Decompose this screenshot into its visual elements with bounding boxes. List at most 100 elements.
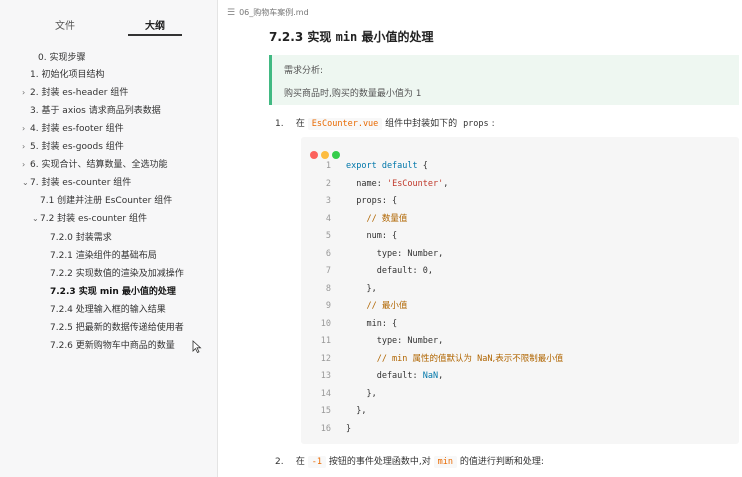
inline-code: min (433, 456, 457, 468)
line-number: 15 (320, 406, 331, 416)
code-comment: 数量值 (381, 213, 408, 224)
outline-item-active[interactable]: 7.2.3 实现 min 最小值的处理 (42, 284, 176, 300)
sidebar-tabs: 文件 大纲 (0, 0, 218, 42)
line-number: 5 (325, 231, 331, 241)
code-line: 12 // min 属性的值默认为 NaN,表示不限制最小值 (301, 351, 739, 369)
quote-value: 1 (415, 89, 422, 99)
chevron-right-icon[interactable]: › (22, 85, 30, 101)
outline-item-label: 6. 实现合计、结算数量、全选功能 (30, 160, 168, 170)
line-number: 16 (320, 423, 331, 434)
code-block[interactable]: 1 export default { 2 name: 'EsCounter', 3… (301, 137, 739, 444)
line-number: 4 (325, 213, 331, 224)
heading-number: 7.2.3 (269, 30, 304, 44)
step-2: 2. 在 -1 按钮的事件处理函数中,对 min 的值进行判断和处理: (275, 454, 544, 468)
code-line: 11 type: Number, (301, 333, 739, 351)
outline-item[interactable]: › 4. 封装 es-footer 组件 (22, 121, 124, 137)
outline-item[interactable]: ⌄7.2 封装 es-counter 组件 (32, 211, 147, 227)
step-text: 按钮的事件处理函数中,对 (328, 457, 431, 467)
outline-item-label: 7.1 创建并注册 EsCounter 组件 (40, 196, 173, 206)
heading-code: min (335, 30, 358, 44)
requirement-blockquote: 需求分析: 购买商品时,购买的数量最小值为 1 (269, 55, 739, 105)
line-number: 3 (325, 196, 331, 206)
code-text: type: Number, (346, 336, 444, 346)
code-comment: 最小值 (381, 301, 408, 311)
outline-item-label: 4. 封装 es-footer 组件 (30, 124, 124, 134)
code-line: 16} (301, 421, 739, 439)
outline-item[interactable]: 1. 初始化项目结构 (22, 67, 104, 83)
outline-item-label: 7.2.6 更新购物车中商品的数量 (50, 341, 175, 351)
code-comment: // (346, 213, 382, 224)
chevron-down-icon[interactable]: ⌄ (22, 175, 30, 191)
outline-item-label: 0. 实现步骤 (38, 53, 86, 63)
code-line: 4 // 数量值 (301, 211, 739, 229)
outline-item[interactable]: ⌄7. 封装 es-counter 组件 (22, 175, 131, 191)
chevron-right-icon[interactable]: › (22, 121, 30, 137)
code-line: 5 num: { (301, 228, 739, 246)
step-number: 1. (275, 119, 284, 129)
code-string: 'EsCounter' (386, 178, 444, 189)
code-line: 3 props: { (301, 193, 739, 211)
outline-sidebar: 文件 大纲 0. 实现步骤 1. 初始化项目结构 › 2. 封装 es-heade… (0, 0, 218, 477)
outline-item[interactable]: 3. 基于 axios 请求商品列表数据 (22, 103, 161, 119)
file-title-bar: ☰ 06_购物车案例.md (227, 7, 309, 19)
step-text: 在 (295, 119, 305, 129)
code-line: 15 }, (301, 403, 739, 421)
code-line: 2 name: 'EsCounter', (301, 176, 739, 194)
code-comment: ,表示不限制最小值 (492, 353, 564, 364)
outline-item[interactable]: 7.1 创建并注册 EsCounter 组件 (32, 193, 172, 209)
outline-item[interactable]: 7.2.6 更新购物车中商品的数量 (42, 338, 175, 354)
outline-item-label: 2. 封装 es-header 组件 (30, 88, 129, 98)
editor-pane: ☰ 06_购物车案例.md 7.2.3 实现 min 最小值的处理 需求分析: 购… (219, 0, 742, 477)
line-number: 10 (320, 318, 331, 329)
active-tab-indicator (128, 34, 182, 36)
outline-item[interactable]: › 6. 实现合计、结算数量、全选功能 (22, 157, 167, 173)
quote-text: 购买商品时,购买的数量最小值为 (284, 89, 413, 99)
line-number: 11 (320, 336, 331, 346)
heading-text: 实现 (307, 30, 332, 44)
outline-item[interactable]: 7.2.4 处理输入框的输入结果 (42, 302, 166, 318)
chevron-down-icon[interactable]: ⌄ (32, 211, 40, 227)
code-line: 6 type: Number, (301, 246, 739, 264)
line-number: 14 (320, 388, 331, 399)
code-keyword: NaN (422, 371, 439, 381)
code-comment: // (346, 301, 382, 311)
inline-code: props (463, 119, 489, 129)
chevron-right-icon[interactable]: › (22, 139, 30, 155)
outline-item[interactable]: › 2. 封装 es-header 组件 (22, 85, 128, 101)
line-number: 12 (320, 353, 331, 364)
code-text: }, (346, 388, 377, 399)
code-comment: // min (346, 353, 413, 364)
line-number: 8 (325, 283, 331, 294)
outline-item[interactable]: › 5. 封装 es-goods 组件 (22, 139, 124, 155)
outline-item[interactable]: 0. 实现步骤 (30, 50, 85, 66)
code-text: default: (346, 371, 423, 381)
outline-item-label: 7. 封装 es-counter 组件 (30, 178, 132, 188)
step-1: 1. 在 EsCounter.vue 组件中封装如下的 props: (275, 116, 495, 130)
tab-file[interactable]: 文件 (38, 17, 92, 32)
code-line: 14 }, (301, 386, 739, 404)
tab-outline[interactable]: 大纲 (128, 17, 182, 32)
outline-item[interactable]: 7.2.2 实现数值的渲染及加减操作 (42, 266, 184, 282)
outline-item-label: 5. 封装 es-goods 组件 (30, 142, 124, 152)
line-number: 6 (325, 248, 331, 259)
outline-item-label: 7.2.2 实现数值的渲染及加减操作 (50, 269, 184, 279)
step-text: 在 (295, 457, 305, 467)
chevron-right-icon[interactable]: › (22, 157, 30, 173)
outline-item[interactable]: 7.2.0 封装需求 (42, 230, 112, 246)
code-text: { (417, 161, 428, 171)
code-text: , (443, 178, 449, 189)
outline-item[interactable]: 7.2.1 渲染组件的基础布局 (42, 248, 157, 264)
outline-item-label: 1. 初始化项目结构 (30, 70, 105, 80)
outline-item[interactable]: 7.2.5 把最新的数据传递给使用者 (42, 320, 184, 336)
code-line: 1 export default { (301, 158, 739, 176)
line-number: 7 (325, 266, 331, 276)
mouse-cursor-icon (192, 340, 202, 353)
code-text: num: { (346, 231, 398, 241)
code-keyword: export default (346, 161, 418, 171)
code-text: type: Number, (346, 248, 444, 259)
code-line: 10 min: { (301, 316, 739, 334)
menu-icon[interactable]: ☰ (227, 7, 235, 19)
heading-text: 最小值的处理 (361, 30, 434, 44)
outline-item-label: 7.2.4 处理输入框的输入结果 (50, 305, 166, 315)
code-text: props: { (346, 196, 398, 206)
